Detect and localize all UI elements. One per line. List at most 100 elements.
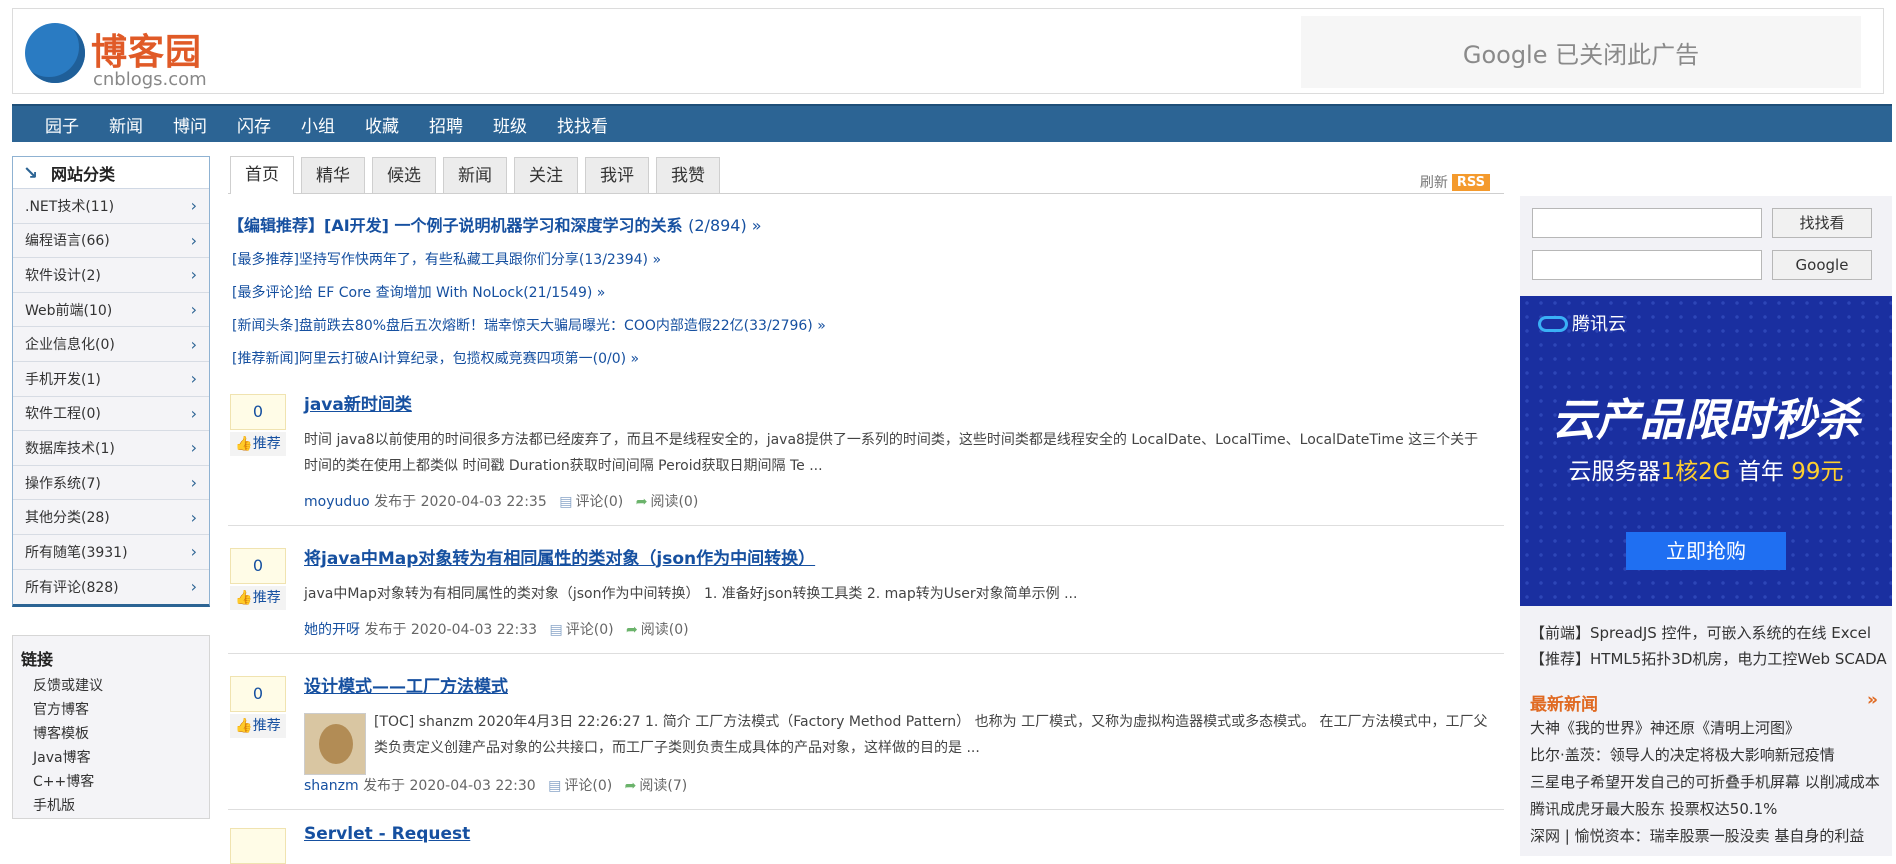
- tab-home[interactable]: 首页: [230, 156, 294, 194]
- recommend-link[interactable]: [最多推荐]坚持写作快两年了，有些私藏工具跟你们分享(13/2394) »: [228, 249, 1504, 269]
- tab-featured[interactable]: 精华: [301, 157, 365, 193]
- ad-buy-button[interactable]: 立即抢购: [1626, 532, 1786, 570]
- recommend-link[interactable]: [最多评论]给 EF Core 查询增加 With NoLock(21/1549…: [228, 282, 1504, 302]
- link-cpp-blog[interactable]: C++博客: [21, 770, 203, 794]
- nav-item-search[interactable]: 找找看: [557, 112, 608, 137]
- nav-item-groups[interactable]: 小组: [301, 112, 335, 137]
- nav-item-questions[interactable]: 博问: [173, 112, 207, 137]
- category-item[interactable]: 所有随笔(3931) ›: [13, 535, 209, 570]
- comment-icon: ▤: [548, 778, 562, 794]
- news-item[interactable]: 大神《我的世界》神还原《清明上河图》: [1530, 715, 1892, 742]
- post-summary: 时间 java8以前使用的时间很多方法都已经废弃了，而且不是线程安全的，java…: [304, 432, 1479, 474]
- tencent-cloud-logo: 腾讯云: [1538, 310, 1626, 336]
- post-author[interactable]: moyuduo: [304, 494, 370, 510]
- post-footer: shanzm 发布于 2020-04-03 22:30 ▤ 评论(0) ➦ 阅读(7…: [304, 775, 1504, 795]
- recommend-button[interactable]: 👍推荐: [230, 432, 286, 456]
- diagonal-arrow-icon: ↘: [23, 162, 39, 184]
- recommend-button[interactable]: 👍推荐: [230, 586, 286, 610]
- cnblogs-logo[interactable]: 博客园 cnblogs.com: [25, 19, 225, 90]
- category-item[interactable]: Web前端(10) ›: [13, 293, 209, 328]
- chevron-right-icon: ›: [190, 507, 197, 527]
- post-reads[interactable]: 阅读(0): [641, 622, 689, 638]
- post-comments[interactable]: 评论(0): [564, 778, 612, 794]
- link-java-blog[interactable]: Java博客: [21, 746, 203, 770]
- link-feedback[interactable]: 反馈或建议: [21, 674, 203, 698]
- logo-domain: cnblogs.com: [93, 69, 207, 90]
- category-item[interactable]: 软件工程(0) ›: [13, 397, 209, 432]
- category-item[interactable]: 手机开发(1) ›: [13, 362, 209, 397]
- news-item[interactable]: 三星电子希望开发自己的可折叠手机屏幕 以削减成本: [1530, 769, 1892, 796]
- site-search-row: 找找看: [1532, 208, 1892, 238]
- chevron-right-icon: ›: [190, 542, 197, 562]
- latest-news-title[interactable]: 最新新闻: [1530, 690, 1598, 715]
- nav-item-yuanzi[interactable]: 园子: [45, 112, 79, 137]
- post-title[interactable]: Servlet - Request: [304, 824, 1504, 844]
- tab-my-likes[interactable]: 我赞: [656, 157, 720, 193]
- news-item[interactable]: 腾讯成虎牙最大股东 投票权达50.1%: [1530, 796, 1892, 823]
- chevron-right-icon: ›: [190, 438, 197, 458]
- post-reads[interactable]: 阅读(7): [639, 778, 687, 794]
- nav-item-jobs[interactable]: 招聘: [429, 112, 463, 137]
- category-item[interactable]: 企业信息化(0) ›: [13, 327, 209, 362]
- promo-link[interactable]: 【前端】SpreadJS 控件，可嵌入系统的在线 Excel: [1530, 620, 1892, 646]
- link-mobile[interactable]: 手机版: [21, 794, 203, 818]
- site-search-input[interactable]: [1532, 208, 1762, 238]
- post-author[interactable]: 她的开呀: [304, 622, 360, 638]
- category-item[interactable]: 数据库技术(1) ›: [13, 431, 209, 466]
- nav-item-favorites[interactable]: 收藏: [365, 112, 399, 137]
- google-search-row: Google: [1532, 250, 1892, 280]
- category-item[interactable]: .NET技术(11) ›: [13, 189, 209, 224]
- post-title[interactable]: java新时间类: [304, 390, 1504, 415]
- recommend-button[interactable]: 👍推荐: [230, 714, 286, 738]
- ad-headline: 云产品限时秒杀: [1552, 395, 1860, 446]
- link-official-blog[interactable]: 官方博客: [21, 698, 203, 722]
- category-title: ↘ 网站分类: [13, 157, 209, 189]
- post-author[interactable]: shanzm: [304, 778, 359, 794]
- category-item[interactable]: 软件设计(2) ›: [13, 258, 209, 293]
- chevron-right-icon: ›: [190, 403, 197, 423]
- link-blog-templates[interactable]: 博客模板: [21, 722, 203, 746]
- nav-item-flash[interactable]: 闪存: [237, 112, 271, 137]
- post-footer: moyuduo 发布于 2020-04-03 22:35 ▤ 评论(0) ➦ 阅读(…: [304, 491, 1504, 511]
- tab-my-comments[interactable]: 我评: [585, 157, 649, 193]
- category-item[interactable]: 操作系统(7) ›: [13, 466, 209, 501]
- category-item[interactable]: 其他分类(28) ›: [13, 500, 209, 535]
- post-item: 0 👍推荐 设计模式——工厂方法模式 [TOC] shanzm 2020年4月3…: [228, 654, 1504, 810]
- logo-name: 博客园: [91, 32, 203, 73]
- news-more-link[interactable]: »: [1867, 690, 1878, 715]
- category-item[interactable]: 编程语言(66) ›: [13, 224, 209, 259]
- post-date: 发布于 2020-04-03 22:35: [374, 494, 547, 510]
- main-content: 首页 精华 候选 新闻 关注 我评 我赞 刷新 RSS 【编辑推荐】[AI开发]…: [228, 156, 1504, 864]
- post-reads[interactable]: 阅读(0): [650, 494, 698, 510]
- site-search-button[interactable]: 找找看: [1772, 208, 1872, 238]
- news-item[interactable]: 深网 | 愉悦资本：瑞幸股票一股没卖 基自身的利益: [1530, 823, 1892, 850]
- digg-count: 0: [230, 548, 286, 584]
- post-comments[interactable]: 评论(0): [575, 494, 623, 510]
- chevron-right-icon: ›: [190, 334, 197, 354]
- tab-news[interactable]: 新闻: [443, 157, 507, 193]
- post-comments[interactable]: 评论(0): [566, 622, 614, 638]
- nav-item-classes[interactable]: 班级: [493, 112, 527, 137]
- nav-item-news[interactable]: 新闻: [109, 112, 143, 137]
- tencent-cloud-ad[interactable]: 腾讯云 云产品限时秒杀 云服务器1核2G 首年 99元 立即抢购: [1520, 296, 1892, 606]
- recommend-link[interactable]: [推荐新闻]阿里云打破AI计算纪录，包揽权威竞赛四项第一(0/0) »: [228, 348, 1504, 368]
- promo-link[interactable]: 【推荐】HTML5拓扑3D机房，电力工控Web SCADA: [1530, 646, 1892, 672]
- rss-icon[interactable]: RSS: [1451, 173, 1490, 191]
- digg-box: 0 👍推荐: [230, 676, 286, 738]
- author-avatar[interactable]: [304, 713, 366, 775]
- recommend-link[interactable]: [新闻头条]盘前跌去80%盘后五次熔断！瑞幸惊天大骗局曝光：COO内部造假22亿…: [228, 315, 1504, 335]
- news-item[interactable]: 比尔·盖茨：领导人的决定将极大影响新冠疫情: [1530, 742, 1892, 769]
- digg-box: 0 👍推荐: [230, 548, 286, 610]
- tab-candidates[interactable]: 候选: [372, 157, 436, 193]
- chevron-right-icon: ›: [190, 473, 197, 493]
- comment-icon: ▤: [559, 494, 573, 510]
- post-title[interactable]: 将java中Map对象转为有相同属性的类对象（json作为中间转换）: [304, 544, 1504, 569]
- post-title[interactable]: 设计模式——工厂方法模式: [304, 672, 1504, 697]
- category-item[interactable]: 所有评论(828) ›: [13, 570, 209, 605]
- google-search-input[interactable]: [1532, 250, 1762, 280]
- refresh-link[interactable]: 刷新: [1420, 172, 1448, 192]
- post-summary: java中Map对象转为有相同属性的类对象（json作为中间转换） 1. 准备好…: [304, 586, 1078, 602]
- editor-recommend-headline[interactable]: 【编辑推荐】[AI开发] 一个例子说明机器学习和深度学习的关系 (2/894) …: [228, 212, 1504, 236]
- google-search-button[interactable]: Google: [1772, 250, 1872, 280]
- tab-following[interactable]: 关注: [514, 157, 578, 193]
